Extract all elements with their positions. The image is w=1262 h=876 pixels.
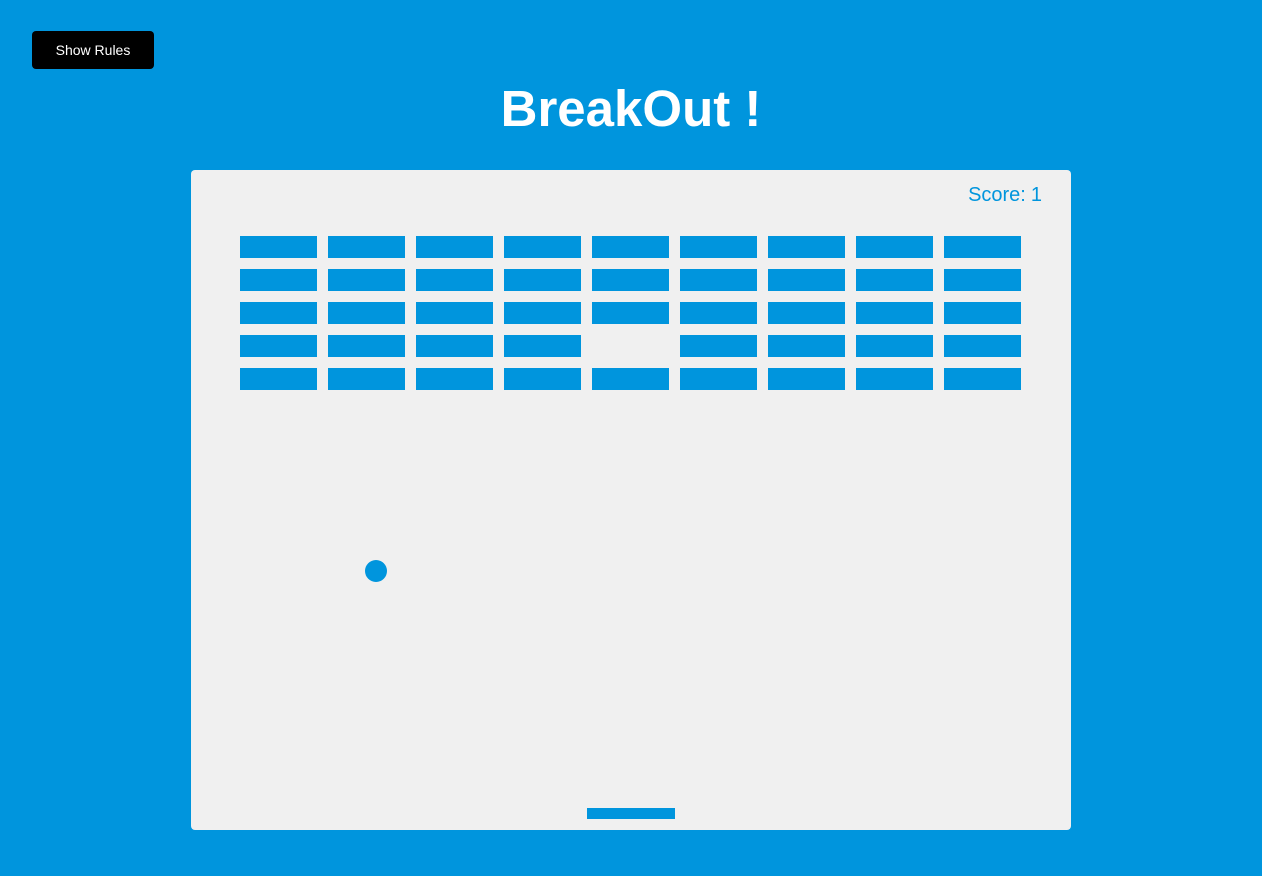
paddle[interactable] xyxy=(587,808,675,819)
brick xyxy=(856,269,933,291)
brick xyxy=(592,269,669,291)
brick xyxy=(592,236,669,258)
brick xyxy=(592,368,669,390)
brick xyxy=(504,335,581,357)
brick xyxy=(944,368,1021,390)
brick xyxy=(504,269,581,291)
brick xyxy=(768,236,845,258)
brick xyxy=(856,368,933,390)
brick xyxy=(592,302,669,324)
brick xyxy=(240,368,317,390)
brick xyxy=(328,302,405,324)
score-value: 1 xyxy=(1030,184,1042,206)
brick xyxy=(944,236,1021,258)
ball xyxy=(365,560,387,582)
brick xyxy=(416,368,493,390)
score-label: Score: xyxy=(968,184,1026,206)
score-display: Score: 1 xyxy=(968,183,1042,207)
brick xyxy=(416,236,493,258)
brick xyxy=(944,335,1021,357)
brick xyxy=(240,302,317,324)
brick xyxy=(328,335,405,357)
brick xyxy=(944,302,1021,324)
show-rules-button[interactable]: Show Rules xyxy=(32,31,154,69)
game-canvas[interactable]: Score: 1 xyxy=(191,170,1071,830)
brick xyxy=(504,368,581,390)
brick xyxy=(328,368,405,390)
brick xyxy=(680,269,757,291)
brick xyxy=(856,335,933,357)
brick xyxy=(768,368,845,390)
brick xyxy=(768,302,845,324)
brick xyxy=(680,335,757,357)
brick xyxy=(680,236,757,258)
brick xyxy=(504,302,581,324)
brick xyxy=(416,302,493,324)
brick xyxy=(680,368,757,390)
brick xyxy=(328,269,405,291)
brick xyxy=(680,302,757,324)
brick xyxy=(240,269,317,291)
brick xyxy=(768,335,845,357)
brick xyxy=(856,302,933,324)
brick xyxy=(856,236,933,258)
brick xyxy=(240,236,317,258)
brick xyxy=(944,269,1021,291)
brick xyxy=(240,335,317,357)
page-title: BreakOut ! xyxy=(500,80,762,137)
brick xyxy=(768,269,845,291)
brick xyxy=(416,335,493,357)
brick xyxy=(328,236,405,258)
brick xyxy=(416,269,493,291)
brick xyxy=(504,236,581,258)
